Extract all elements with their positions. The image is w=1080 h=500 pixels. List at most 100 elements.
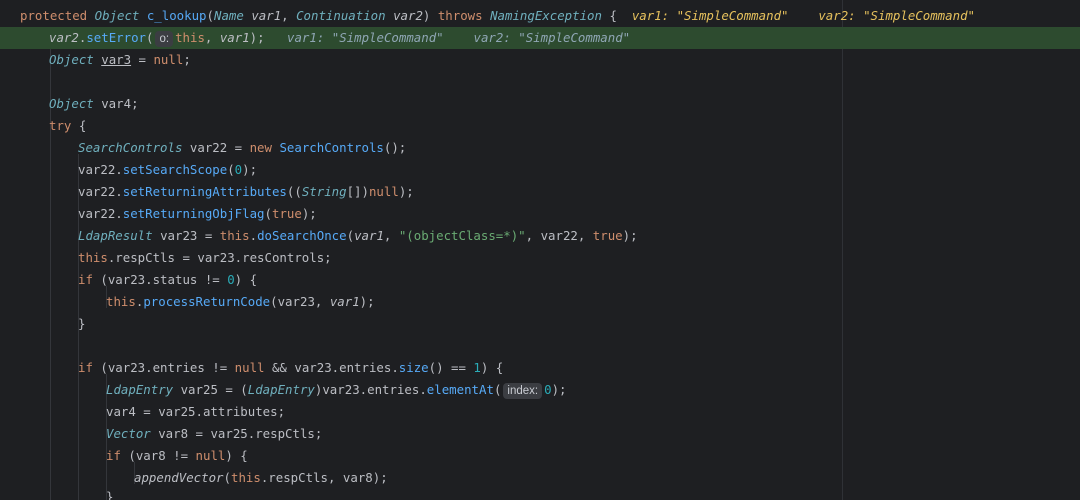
keyword: if (78, 360, 93, 375)
type-name: SearchControls (78, 140, 183, 155)
keyword: try (49, 118, 72, 133)
code-text: (var23.entries != (92, 360, 235, 375)
punct: ( (146, 30, 154, 45)
type-name: Vector (106, 426, 151, 441)
keyword: null (234, 360, 265, 375)
code-text: )var23.entries. (314, 382, 427, 397)
code-line[interactable]: SearchControls var22 = new SearchControl… (78, 137, 1080, 159)
parameter: var1 (329, 294, 360, 309)
type-name: NamingException (490, 8, 602, 23)
debug-inline-value[interactable]: var2: "SimpleCommand" (473, 30, 630, 45)
keyword: this (78, 250, 108, 265)
current-execution-line[interactable]: var2.setError(o: this, var1); var1: "Simp… (0, 27, 1080, 49)
code-line[interactable]: LdapEntry var25 = (LdapEntry)var23.entri… (106, 379, 1080, 401)
debug-inline-value[interactable]: var2: "SimpleCommand" (818, 8, 975, 23)
debug-inline-value[interactable]: var1: "SimpleCommand" (287, 30, 444, 45)
punct: , (281, 8, 297, 23)
keyword: null (153, 52, 184, 67)
code-line[interactable]: if (var23.status != 0) { (78, 269, 1080, 291)
keyword: if (78, 272, 93, 287)
keyword: true (592, 228, 623, 243)
punct: { (71, 118, 87, 133)
keyword: this (175, 30, 205, 45)
parameter: var1 (219, 30, 250, 45)
number-literal: 0 (544, 382, 552, 397)
number-literal: 1 (473, 360, 481, 375)
punct: ) (422, 8, 438, 23)
keyword: null (195, 448, 226, 463)
punct: ) { (480, 360, 504, 375)
punct: . (249, 228, 258, 243)
code-line[interactable]: LdapResult var23 = this.doSearchOnce(var… (78, 225, 1080, 247)
code-text: var4; (93, 96, 139, 111)
type-name: LdapEntry (106, 382, 174, 397)
code-text: (var23.status != (92, 272, 228, 287)
method-call: processReturnCode (143, 294, 271, 309)
parameter: var2 (393, 8, 423, 23)
punct: ( (264, 206, 272, 221)
punct: ) { (234, 272, 258, 287)
punct: , (383, 228, 399, 243)
method-call: setReturningAttributes (122, 184, 287, 199)
debug-inline-value[interactable]: var1: "SimpleCommand" (632, 8, 789, 23)
method-call: SearchControls (279, 140, 384, 155)
method-name: c_lookup (146, 8, 207, 23)
punct: ( (223, 470, 231, 485)
keyword: null (368, 184, 399, 199)
code-line[interactable]: this.respCtls = var23.resControls; (78, 247, 1080, 269)
code-text: () == (428, 360, 474, 375)
code-text: .respCtls = var23.resControls; (107, 250, 332, 265)
code-text: (var8 != (120, 448, 196, 463)
type-name: Continuation (296, 8, 386, 23)
keyword: throws (437, 8, 483, 23)
keyword: protected (20, 8, 88, 23)
punct: ); (398, 184, 414, 199)
code-text: , var22, (525, 228, 593, 243)
punct: ); (249, 30, 265, 45)
code-line[interactable]: } (106, 486, 1080, 500)
keyword: if (106, 448, 121, 463)
type-name: Name (214, 8, 244, 23)
code-line[interactable]: var4 = var25.attributes; (106, 401, 1080, 423)
code-text: (var23, (270, 294, 330, 309)
code-text: var22. (78, 184, 123, 199)
code-line[interactable]: if (var8 != null) { (106, 445, 1080, 467)
method-call: size (398, 360, 429, 375)
type-name: Object (49, 52, 94, 67)
keyword: this (219, 228, 250, 243)
code-text: var8 = var25.respCtls; (150, 426, 323, 441)
keyword: true (271, 206, 302, 221)
parameter-hint: o: (155, 31, 174, 47)
type-name: LdapResult (78, 228, 153, 243)
code-line[interactable]: Vector var8 = var25.respCtls; (106, 423, 1080, 445)
punct: (); (383, 140, 407, 155)
variable: var2 (49, 30, 79, 45)
parameter: var1 (354, 228, 384, 243)
type-name: Object (49, 96, 94, 111)
code-line[interactable]: try { (49, 115, 1080, 137)
punct: ( (206, 8, 214, 23)
method-call: setError (86, 30, 146, 45)
punct: ); (622, 228, 638, 243)
code-line[interactable]: Object var4; (49, 93, 1080, 115)
code-line[interactable]: var22.setSearchScope(0); (78, 159, 1080, 181)
keyword: this (106, 294, 136, 309)
parameter-hint: index: (503, 383, 543, 399)
code-text: var4 = var25.attributes; (106, 404, 286, 419)
code-line[interactable]: } (78, 313, 1080, 335)
punct: ) { (225, 448, 248, 463)
keyword: new (249, 140, 272, 155)
string-literal: "(objectClass=*)" (398, 228, 526, 243)
code-editor[interactable]: protected Object c_lookup(Name var1, Con… (0, 0, 1080, 500)
code-line[interactable]: protected Object c_lookup(Name var1, Con… (20, 5, 1080, 27)
code-line[interactable]: var22.setReturningAttributes((String[])n… (78, 181, 1080, 203)
code-line[interactable]: Object var3 = null; (49, 49, 1080, 71)
code-text: && var23.entries. (264, 360, 399, 375)
code-line[interactable]: var22.setReturningObjFlag(true); (78, 203, 1080, 225)
punct: ( (493, 382, 502, 397)
punct: = (131, 52, 154, 67)
code-line[interactable]: this.processReturnCode(var23, var1); (106, 291, 1080, 313)
code-line[interactable]: if (var23.entries != null && var23.entri… (78, 357, 1080, 379)
punct: ; (183, 52, 191, 67)
code-text: var22. (78, 162, 123, 177)
